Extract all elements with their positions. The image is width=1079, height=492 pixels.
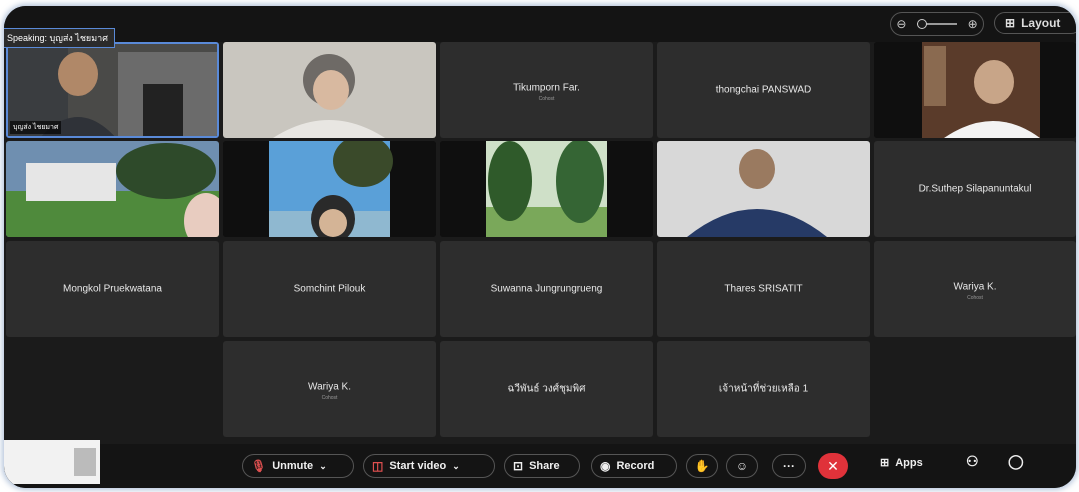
participant-tile[interactable]: Dr.Suthep Silapanuntakul bbox=[874, 141, 1076, 237]
meeting-toolbar: 🎙 Unmute ⌄ ◫ Start video ⌄ ⊡ Share ◉ Rec… bbox=[4, 440, 1076, 488]
apps-button[interactable]: ⊞ Apps bbox=[880, 456, 923, 470]
participant-video bbox=[223, 42, 436, 138]
unmute-button[interactable]: 🎙 Unmute ⌄ bbox=[242, 454, 354, 478]
record-icon: ◉ bbox=[600, 459, 611, 473]
participant-tile[interactable]: thongchai PANSWAD bbox=[657, 42, 870, 138]
video-tile[interactable] bbox=[440, 141, 653, 237]
participants-button[interactable]: ⚇ bbox=[966, 453, 979, 470]
participant-name: thongchai PANSWAD bbox=[715, 84, 812, 96]
self-view-thumbnail[interactable] bbox=[4, 440, 100, 484]
participants-icon: ⚇ bbox=[966, 453, 979, 469]
participant-tile[interactable]: Somchint Pilouk bbox=[223, 241, 436, 337]
participant-name: Wariya K. bbox=[308, 381, 351, 393]
record-button[interactable]: ◉ Record bbox=[591, 454, 677, 478]
participant-name: Tikumporn Far. bbox=[513, 82, 580, 94]
video-tile[interactable] bbox=[874, 42, 1076, 138]
participant-name-caption: บุญส่ง ไชยมาศ bbox=[10, 121, 62, 134]
participant-tile[interactable]: Mongkol Pruekwatana bbox=[6, 241, 219, 337]
more-icon: ··· bbox=[783, 459, 795, 473]
video-tile-active-speaker[interactable]: บุญส่ง ไชยมาศ bbox=[6, 42, 219, 138]
more-options-button[interactable]: ··· bbox=[772, 454, 806, 478]
close-icon: ✕ bbox=[827, 457, 839, 474]
chat-icon: ◯ bbox=[1008, 453, 1024, 469]
participant-tile[interactable]: Tikumporn Far. Cohost bbox=[440, 42, 653, 138]
participant-name: Wariya K. bbox=[953, 281, 997, 293]
zoom-slider[interactable] bbox=[917, 19, 957, 29]
participant-tile[interactable]: ฉวีพันธ์ วงศ์ชุมพิศ bbox=[440, 341, 653, 437]
video-tile[interactable] bbox=[6, 141, 219, 237]
participant-name: Mongkol Pruekwatana bbox=[63, 283, 162, 295]
participant-name: ฉวีพันธ์ วงศ์ชุมพิศ bbox=[507, 383, 586, 395]
video-tile[interactable] bbox=[657, 141, 870, 237]
chevron-down-icon: ⌄ bbox=[319, 460, 327, 471]
reactions-button[interactable]: ☺ bbox=[726, 454, 758, 478]
chat-button[interactable]: ◯ bbox=[1008, 453, 1024, 470]
participant-tile[interactable]: Wariya K. Cohost bbox=[874, 241, 1076, 337]
participant-tile[interactable]: เจ้าหน้าที่ช่วยเหลือ 1 bbox=[657, 341, 870, 437]
participant-tile[interactable]: Suwanna Jungrungrueng bbox=[440, 241, 653, 337]
video-off-icon: ◫ bbox=[372, 459, 384, 473]
video-tile[interactable] bbox=[223, 42, 436, 138]
participant-role: Cohost bbox=[321, 394, 338, 401]
chevron-down-icon: ⌄ bbox=[452, 460, 460, 471]
zoom-in-icon[interactable]: ⊕ bbox=[968, 17, 978, 31]
participant-name: เจ้าหน้าที่ช่วยเหลือ 1 bbox=[718, 383, 809, 395]
participant-video bbox=[440, 141, 653, 237]
participant-role: Cohost bbox=[967, 294, 983, 301]
grid-icon: ⊞ bbox=[1005, 16, 1016, 30]
participant-name: Somchint Pilouk bbox=[293, 283, 366, 295]
zoom-control[interactable]: ⊖ ⊕ bbox=[890, 12, 984, 36]
participant-name: Dr.Suthep Silapanuntakul bbox=[918, 183, 1032, 195]
top-bar: ⊖ ⊕ ⊞ Layout bbox=[4, 6, 1076, 42]
start-video-button[interactable]: ◫ Start video ⌄ bbox=[363, 454, 495, 478]
participant-name: Suwanna Jungrungrueng bbox=[490, 283, 603, 295]
participant-video bbox=[6, 141, 219, 237]
participant-video bbox=[657, 141, 870, 237]
emoji-icon: ☺ bbox=[735, 459, 749, 473]
end-call-button[interactable]: ✕ bbox=[818, 453, 848, 479]
share-button[interactable]: ⊡ Share bbox=[504, 454, 580, 478]
participant-name: Thares SRISATIT bbox=[724, 283, 803, 295]
speaking-indicator: Speaking: บุญส่ง ไชยมาศ bbox=[4, 28, 115, 48]
video-tile[interactable] bbox=[223, 141, 436, 237]
meeting-window: ⊖ ⊕ ⊞ Layout Speaking: บุญส่ง ไชยมาศ บุญ… bbox=[4, 6, 1076, 488]
participant-video bbox=[874, 42, 1076, 138]
apps-icon: ⊞ bbox=[880, 457, 890, 469]
participant-tile[interactable]: Wariya K. Cohost bbox=[223, 341, 436, 437]
participant-role: Cohost bbox=[538, 95, 555, 102]
share-icon: ⊡ bbox=[513, 459, 524, 473]
participant-video bbox=[223, 141, 436, 237]
muted-mic-icon: 🎙 bbox=[251, 459, 267, 473]
layout-button[interactable]: ⊞ Layout bbox=[994, 12, 1076, 34]
participant-tile[interactable]: Thares SRISATIT bbox=[657, 241, 870, 337]
raise-hand-button[interactable]: ✋ bbox=[686, 454, 718, 478]
zoom-out-icon[interactable]: ⊖ bbox=[896, 17, 906, 31]
hand-icon: ✋ bbox=[694, 459, 710, 473]
